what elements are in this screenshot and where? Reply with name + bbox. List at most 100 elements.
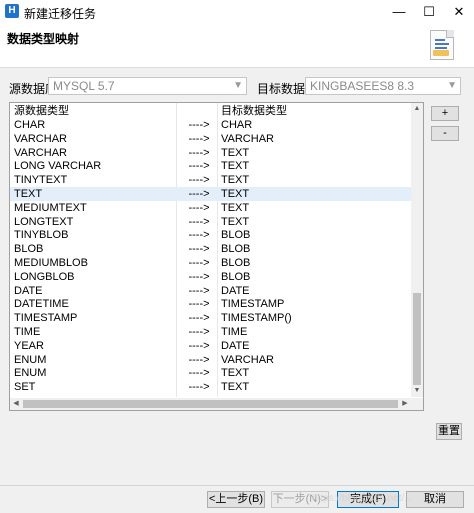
cell-source-type[interactable]: ENUM: [14, 353, 174, 367]
remove-mapping-button[interactable]: -: [431, 126, 459, 141]
cell-arrow: ---->: [188, 119, 210, 131]
cell-target-type[interactable]: BLOB: [221, 270, 407, 284]
table-row[interactable]: TIMESTAMP ----> TIMESTAMP(): [10, 311, 411, 325]
column-header-target-type[interactable]: 目标数据类型: [221, 104, 407, 118]
cell-source-type[interactable]: LONGBLOB: [14, 270, 174, 284]
target-db-select[interactable]: KINGBASEES8 8.3 ▼: [305, 77, 461, 95]
cell-source-type[interactable]: DATETIME: [14, 297, 174, 311]
scroll-down-icon[interactable]: ▼: [411, 385, 423, 397]
cell-target-type[interactable]: TIMESTAMP: [221, 297, 407, 311]
window-titlebar[interactable]: H 新建迁移任务 — ☐ ✕: [0, 0, 474, 24]
page-title: 数据类型映射: [7, 32, 80, 46]
table-row[interactable]: MEDIUMTEXT ----> TEXT: [10, 201, 411, 215]
target-db-value: KINGBASEES8 8.3: [310, 79, 415, 93]
table-row[interactable]: ENUM ----> VARCHAR: [10, 353, 411, 367]
back-button[interactable]: <上一步(B): [207, 491, 265, 508]
cell-target-type[interactable]: TEXT: [221, 366, 407, 380]
cell-arrow: ---->: [188, 215, 210, 228]
cell-source-type[interactable]: MEDIUMTEXT: [14, 201, 174, 215]
scroll-right-icon[interactable]: ▶: [399, 398, 411, 410]
table-row[interactable]: LONGBLOB ----> BLOB: [10, 270, 411, 284]
table-row[interactable]: TINYBLOB ----> BLOB: [10, 228, 411, 242]
scroll-up-icon[interactable]: ▲: [411, 103, 423, 115]
cell-source-type[interactable]: TEXT: [14, 187, 174, 201]
watermark: https://blog.csdn.net/...: [312, 493, 413, 504]
cell-target-type[interactable]: TEXT: [221, 146, 407, 160]
vertical-scroll-thumb[interactable]: [413, 293, 421, 385]
cell-source-type[interactable]: BLOB: [14, 242, 174, 256]
cell-target-type[interactable]: TEXT: [221, 173, 407, 187]
cell-arrow: ---->: [188, 284, 210, 297]
cell-arrow: ---->: [188, 367, 210, 380]
cell-target-type[interactable]: DATE: [221, 339, 407, 353]
column-header-source-type[interactable]: 源数据类型: [14, 104, 174, 118]
cell-source-type[interactable]: TIME: [14, 325, 174, 339]
cell-target-type[interactable]: TEXT: [221, 215, 407, 229]
horizontal-scrollbar[interactable]: ◀ ▶: [10, 398, 411, 410]
cell-source-type[interactable]: TINYTEXT: [14, 173, 174, 187]
cell-target-type[interactable]: VARCHAR: [221, 353, 407, 367]
table-row[interactable]: YEAR ----> DATE: [10, 339, 411, 353]
cell-target-type[interactable]: TEXT: [221, 380, 407, 394]
cell-arrow: ---->: [188, 160, 210, 173]
table-row[interactable]: TINYTEXT ----> TEXT: [10, 173, 411, 187]
horizontal-scroll-thumb[interactable]: [23, 400, 398, 408]
cell-source-type[interactable]: YEAR: [14, 339, 174, 353]
table-row[interactable]: TEXT ----> TEXT: [10, 187, 411, 201]
cell-source-type[interactable]: SET: [14, 380, 174, 394]
cell-arrow: ---->: [188, 146, 210, 159]
table-row[interactable]: LONG VARCHAR ----> TEXT: [10, 159, 411, 173]
document-icon: [430, 30, 454, 60]
source-db-select[interactable]: MYSQL 5.7 ▼: [48, 77, 247, 95]
table-row[interactable]: VARCHAR ----> TEXT: [10, 146, 411, 160]
chevron-down-icon: ▼: [447, 80, 457, 91]
cell-target-type[interactable]: TIMESTAMP(): [221, 311, 407, 325]
close-button[interactable]: ✕: [444, 0, 474, 24]
cell-source-type[interactable]: VARCHAR: [14, 146, 174, 160]
cell-source-type[interactable]: VARCHAR: [14, 132, 174, 146]
table-row[interactable]: MEDIUMBLOB ----> BLOB: [10, 256, 411, 270]
app-icon: H: [5, 4, 19, 18]
table-row[interactable]: ENUM ----> TEXT: [10, 366, 411, 380]
cell-source-type[interactable]: DATE: [14, 284, 174, 298]
table-row[interactable]: TIME ----> TIME: [10, 325, 411, 339]
vertical-scrollbar[interactable]: ▲ ▼: [411, 103, 423, 397]
cell-target-type[interactable]: TEXT: [221, 187, 407, 201]
cell-source-type[interactable]: CHAR: [14, 118, 174, 132]
cell-target-type[interactable]: BLOB: [221, 242, 407, 256]
maximize-button[interactable]: ☐: [414, 0, 444, 24]
cell-source-type[interactable]: LONGTEXT: [14, 215, 174, 229]
cell-arrow: ---->: [188, 353, 210, 366]
table-row[interactable]: LONGTEXT ----> TEXT: [10, 215, 411, 229]
table-row[interactable]: CHAR ----> CHAR: [10, 118, 411, 132]
cell-source-type[interactable]: TINYBLOB: [14, 228, 174, 242]
table-row[interactable]: DATE ----> DATE: [10, 284, 411, 298]
reset-button[interactable]: 重置: [436, 423, 462, 440]
cell-target-type[interactable]: TEXT: [221, 159, 407, 173]
table-row[interactable]: DATETIME ----> TIMESTAMP: [10, 297, 411, 311]
table-row[interactable]: BLOB ----> BLOB: [10, 242, 411, 256]
table-row[interactable]: VARCHAR ----> VARCHAR: [10, 132, 411, 146]
cell-arrow: ---->: [188, 312, 210, 325]
cell-target-type[interactable]: VARCHAR: [221, 132, 407, 146]
cell-target-type[interactable]: TEXT: [221, 201, 407, 215]
type-mapping-table[interactable]: 源数据类型 目标数据类型 CHAR ----> CHAR VARCHAR ----> VA…: [9, 102, 424, 411]
table-row[interactable]: SET ----> TEXT: [10, 380, 411, 394]
cell-source-type[interactable]: MEDIUMBLOB: [14, 256, 174, 270]
table-header: 源数据类型 目标数据类型: [10, 104, 411, 118]
cell-source-type[interactable]: ENUM: [14, 366, 174, 380]
footer-divider: [0, 485, 474, 486]
cancel-button[interactable]: 取消: [406, 491, 464, 508]
cell-target-type[interactable]: TIME: [221, 325, 407, 339]
minimize-button[interactable]: —: [384, 0, 414, 24]
cell-target-type[interactable]: BLOB: [221, 256, 407, 270]
cell-target-type[interactable]: BLOB: [221, 228, 407, 242]
cell-arrow: ---->: [188, 174, 210, 187]
cell-target-type[interactable]: DATE: [221, 284, 407, 298]
cell-source-type[interactable]: LONG VARCHAR: [14, 159, 174, 173]
cell-arrow: ---->: [188, 381, 210, 394]
add-mapping-button[interactable]: +: [431, 106, 459, 121]
cell-target-type[interactable]: CHAR: [221, 118, 407, 132]
scroll-left-icon[interactable]: ◀: [10, 398, 22, 410]
cell-source-type[interactable]: TIMESTAMP: [14, 311, 174, 325]
